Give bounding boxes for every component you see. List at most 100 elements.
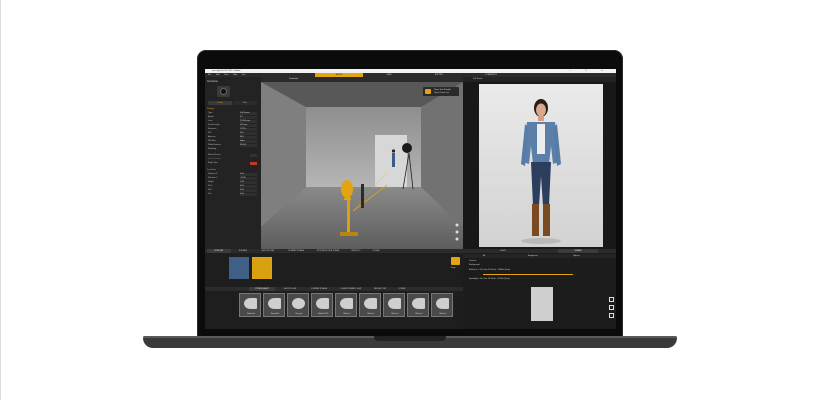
field-roll[interactable]: Roll 0.00 xyxy=(208,189,258,192)
intensity-slider[interactable] xyxy=(483,274,573,275)
tab-reflect[interactable]: REFLECT xyxy=(347,249,365,253)
tab-reflector[interactable]: REFLECTOR xyxy=(369,287,391,291)
field-value[interactable]: 3:2 xyxy=(240,116,257,119)
field-height[interactable]: Height 1.45 xyxy=(208,181,258,184)
snapshot-thumbnail-selected[interactable] xyxy=(252,257,272,279)
field-value[interactable]: 0.00 xyxy=(240,185,257,188)
tab-other[interactable]: OTHER xyxy=(393,287,411,291)
field-label: ND Filter xyxy=(208,140,216,142)
minimize-button[interactable]: — xyxy=(569,70,571,72)
field-label: Exposure xyxy=(208,128,217,130)
light-item[interactable]: Studio Flash xyxy=(239,293,261,317)
studio-scene xyxy=(261,82,463,249)
tab-scenes[interactable]: SCENES xyxy=(233,249,253,253)
close-button[interactable]: ✕ xyxy=(601,70,603,72)
field-value[interactable]: 0.00 xyxy=(240,189,257,192)
light-item[interactable]: Reflector 2 xyxy=(359,293,381,317)
tab-lightformer[interactable]: LIGHTFORMER LIGHT xyxy=(335,287,367,291)
field-value[interactable]: 135 mm xyxy=(240,124,257,127)
viewport-mode-label[interactable]: Studiolight xyxy=(289,78,298,80)
field-value[interactable]: 1.45 xyxy=(240,181,257,184)
field-rotation-y[interactable]: Rotation Y -12.00 xyxy=(208,177,258,180)
tab-compactflash[interactable]: COMPACTFLASH xyxy=(305,287,333,291)
body-color-swatch[interactable] xyxy=(250,162,257,165)
manual-focus-toggle[interactable]: Manual Focus xyxy=(208,154,258,157)
toggle-switch[interactable] xyxy=(250,154,257,157)
maximize-button[interactable]: ☐ xyxy=(585,70,587,72)
light-item[interactable]: Softbox 30x120 xyxy=(311,293,333,317)
field-focal-length[interactable]: Focal Length 135 mm xyxy=(208,124,258,127)
preview-format-label[interactable]: Full Frame xyxy=(473,78,483,80)
body-color-row[interactable]: Body Color xyxy=(208,162,258,165)
field-white-balance[interactable]: White Balance 5500 K xyxy=(208,144,258,147)
light-preview-icon xyxy=(292,298,305,309)
snapshot-thumbnail[interactable] xyxy=(229,257,249,279)
camera-capture-icon[interactable] xyxy=(451,257,460,265)
menu-view[interactable]: View xyxy=(224,74,228,76)
field-value[interactable]: 70-200 mm xyxy=(240,120,257,123)
field-value[interactable]: f/8.0 xyxy=(240,136,257,139)
menu-info[interactable]: Info xyxy=(242,74,245,76)
settings-icon[interactable] xyxy=(609,313,614,318)
field-value[interactable]: None xyxy=(240,140,257,143)
menu-help[interactable]: Help xyxy=(233,74,237,76)
tab-compactflash-top[interactable]: COMPACTFLASH xyxy=(283,249,309,253)
field-aspect[interactable]: Aspect 3:2 xyxy=(208,116,258,119)
light-item[interactable]: Reflector 3 xyxy=(383,293,405,317)
tab-shootlight-top[interactable]: SHOOTLIGHT xyxy=(255,249,281,253)
light-item[interactable]: Reflector 4 xyxy=(407,293,429,317)
camera-icon[interactable] xyxy=(217,86,230,97)
field-value[interactable]: 0.00 xyxy=(240,193,257,196)
tab-light[interactable]: LIGHT xyxy=(483,249,523,253)
field-lens[interactable]: Lens 70-200 mm xyxy=(208,120,258,123)
field-pitch[interactable]: Pitch 0.00 xyxy=(208,185,258,188)
filter-all[interactable]: All xyxy=(483,255,485,257)
field-pan[interactable]: Pan 0.00 xyxy=(208,193,258,196)
tab-stroboscope[interactable]: STROBOSCOPE FLASH xyxy=(311,249,345,253)
menu-edit[interactable]: Edit xyxy=(216,74,219,76)
tab-other-top[interactable]: OTHER xyxy=(367,249,385,253)
field-nd-filter[interactable]: ND Filter None xyxy=(208,140,258,143)
field-label: Lens xyxy=(208,120,213,122)
field-value[interactable]: -12.00 xyxy=(240,177,257,180)
field-modeling[interactable]: Modeling xyxy=(208,148,258,151)
manual-focus-label: Manual Focus xyxy=(208,154,221,156)
preset-overlay[interactable]: Show Test Shadow Open Preset List xyxy=(423,87,459,96)
list-item[interactable]: Reflector 1 - Bi Color 5K Flash - 250Ws … xyxy=(469,269,510,271)
show-test-shadow-label[interactable]: Show Test Shadow xyxy=(434,89,451,91)
field-value[interactable]: 100 xyxy=(240,132,257,135)
field-aperture[interactable]: Aperture f/8.0 xyxy=(208,136,258,139)
list-item[interactable]: Camera xyxy=(469,260,476,262)
field-value[interactable]: 1/125 s xyxy=(240,128,257,131)
field-value[interactable]: Full Frame xyxy=(240,112,257,115)
field-label: Height xyxy=(208,181,214,183)
light-item[interactable]: Beauty Dish xyxy=(263,293,285,317)
light-item-label: Beauty Dish xyxy=(270,314,280,315)
focal-distance-row: Focal Distance xyxy=(208,158,258,161)
open-preset-list-label[interactable]: Open Preset List xyxy=(434,92,449,94)
list-item[interactable]: Speedlight - Bi Color 5K Flash - 250Ws (… xyxy=(469,278,510,280)
list-item[interactable]: Background xyxy=(469,264,480,266)
tab-scene[interactable]: SCENE xyxy=(558,249,598,253)
viewport-toolbar: Studiolight xyxy=(261,77,463,82)
tab-studiolight[interactable]: STUDIOLIGHT xyxy=(249,287,275,291)
light-item[interactable]: Reflector 1 xyxy=(335,293,357,317)
field-exposure[interactable]: Exposure 1/125 s xyxy=(208,128,258,131)
filter-equipment[interactable]: Equipment xyxy=(528,255,538,257)
export-icon[interactable] xyxy=(609,305,614,310)
menu-file[interactable]: File xyxy=(208,74,211,76)
mode-film-button[interactable]: Film xyxy=(233,101,257,105)
tab-for-list[interactable]: FOR LIST xyxy=(207,249,231,253)
3d-viewport[interactable]: Studiolight Show Test Shadow Open Preset… xyxy=(261,77,463,249)
field-value[interactable]: 0.00 xyxy=(240,173,257,176)
tab-shootlight[interactable]: SHOOTLIGHT xyxy=(277,287,303,291)
light-item[interactable]: Reflector 5 xyxy=(431,293,453,317)
field-value[interactable]: 5500 K xyxy=(240,144,257,147)
fullscreen-icon[interactable] xyxy=(609,297,614,302)
field-rotation-x[interactable]: Rotation X 0.00 xyxy=(208,173,258,176)
field-type[interactable]: Type Full Frame xyxy=(208,112,258,115)
filter-objects[interactable]: Objects xyxy=(573,255,580,257)
mode-photo-button[interactable]: Photo xyxy=(208,101,232,105)
light-item[interactable]: Ring Light xyxy=(287,293,309,317)
field-iso[interactable]: ISO 100 xyxy=(208,132,258,135)
